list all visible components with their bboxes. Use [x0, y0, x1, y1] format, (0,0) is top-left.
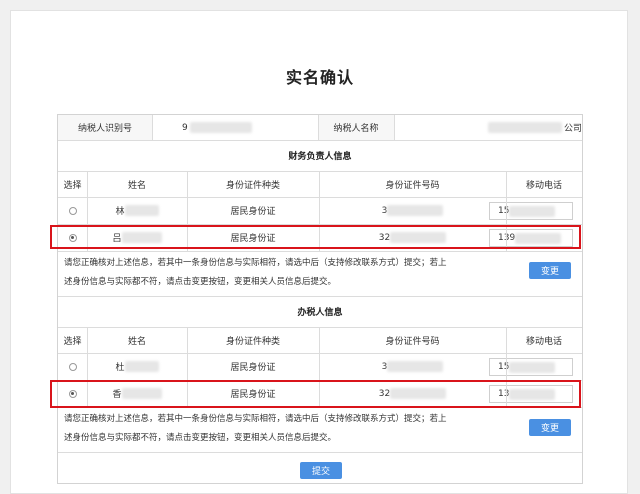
col-name-header: 姓名: [127, 336, 146, 347]
note-line: 述身份信息与实际都不符，请点击变更按钮，变更相关人员信息后提交。: [64, 433, 337, 443]
col-id-type-header: 身份证件种类: [225, 336, 280, 347]
col-id-number-header: 身份证件号码: [385, 180, 440, 191]
finance-row1-id-number: 3: [319, 197, 506, 224]
tax-agent-section-title: 办税人信息: [297, 308, 343, 318]
radio-button[interactable]: [68, 206, 77, 215]
finance-row1-radio[interactable]: [58, 197, 87, 224]
taxpayer-name-label: 纳税人名称: [318, 115, 394, 140]
submit-button[interactable]: 提交: [300, 462, 342, 479]
col-select-header: 选择: [63, 180, 82, 191]
taxpayer-name-value: 公司: [394, 115, 622, 140]
col-phone-header: 移动电话: [525, 336, 562, 347]
highlight-box: [50, 225, 581, 249]
confirmation-table: 纳税人识别号 9 纳税人名称 公司 财务负责人信息 选择 姓名 身份证件种类 身…: [57, 114, 583, 484]
finance-section-title: 财务负责人信息: [288, 152, 352, 162]
tax-agent-note: 请您正确核对上述信息，若其中一条身份信息与实际相符，请选中后（支持修改联系方式）…: [64, 410, 494, 448]
taxpayer-id-text: 9: [182, 122, 188, 133]
finance-note: 请您正确核对上述信息，若其中一条身份信息与实际相符，请选中后（支持修改联系方式）…: [64, 254, 494, 292]
note-line: 请您正确核对上述信息，若其中一条身份信息与实际相符，请选中后（支持修改联系方式）…: [64, 258, 447, 268]
redacted-mask: [124, 361, 159, 372]
taxpayer-id-label: 纳税人识别号: [58, 115, 152, 140]
name-text: 杜: [115, 363, 125, 373]
redacted-mask: [509, 361, 556, 373]
col-phone-header: 移动电话: [525, 180, 562, 191]
phone-text: 15: [498, 206, 510, 216]
redacted-mask: [487, 122, 562, 133]
redacted-mask: [189, 122, 252, 133]
finance-row1-id-type: 居民身份证: [230, 207, 276, 217]
agent-row1-phone-input[interactable]: 15: [489, 358, 573, 376]
note-line: 述身份信息与实际都不符，请点击变更按钮，变更相关人员信息后提交。: [64, 277, 337, 287]
redacted-mask: [387, 361, 444, 372]
col-id-type-header: 身份证件种类: [225, 180, 280, 191]
agent-row1-name: 杜: [87, 353, 187, 380]
redacted-mask: [124, 205, 159, 216]
note-line: 请您正确核对上述信息，若其中一条身份信息与实际相符，请选中后（支持修改联系方式）…: [64, 414, 447, 424]
page-title: 实名确认: [285, 68, 354, 87]
tax-agent-change-button[interactable]: 变更: [529, 419, 571, 436]
agent-row1-radio[interactable]: [58, 353, 87, 380]
highlight-box: [50, 380, 581, 408]
taxpayer-name-text: 公司: [563, 124, 582, 134]
finance-row1-phone-input[interactable]: 15: [489, 202, 573, 220]
col-select-header: 选择: [63, 336, 82, 347]
name-text: 林: [115, 207, 125, 217]
phone-text: 15: [498, 362, 510, 372]
col-id-number-header: 身份证件号码: [385, 336, 440, 347]
finance-change-button[interactable]: 变更: [529, 262, 571, 279]
agent-row1-id-number: 3: [319, 353, 506, 380]
col-name-header: 姓名: [127, 180, 146, 191]
finance-row1-name: 林: [87, 197, 187, 224]
redacted-mask: [509, 205, 556, 217]
radio-button[interactable]: [68, 362, 77, 371]
redacted-mask: [387, 205, 444, 216]
agent-row1-id-type: 居民身份证: [230, 363, 276, 373]
